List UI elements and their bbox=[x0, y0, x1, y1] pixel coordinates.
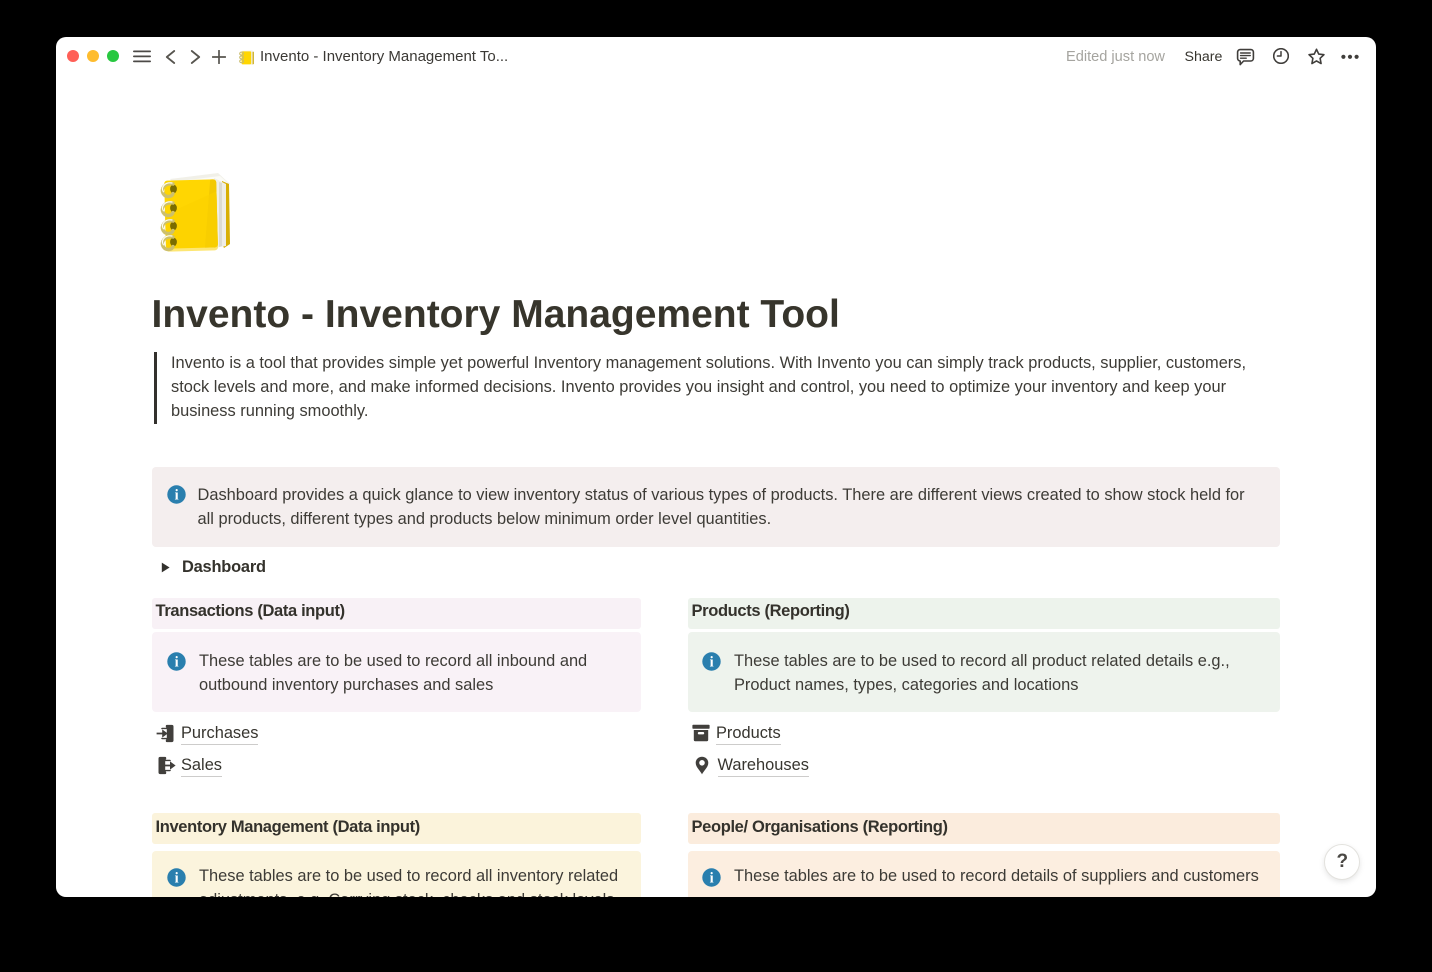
svg-text:i: i bbox=[710, 654, 714, 670]
svg-text:i: i bbox=[710, 870, 714, 886]
svg-text:i: i bbox=[174, 654, 178, 670]
svg-text:i: i bbox=[174, 870, 178, 886]
svg-text:i: i bbox=[174, 488, 178, 504]
